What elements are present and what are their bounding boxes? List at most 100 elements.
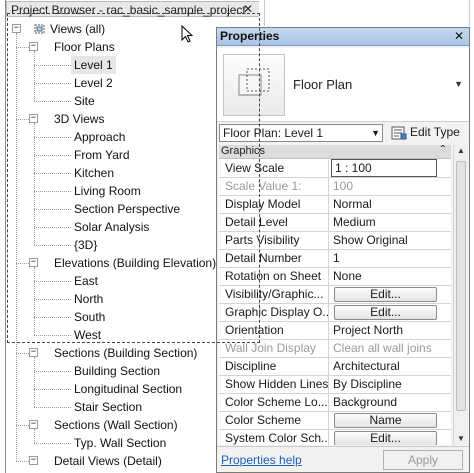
tree-item-view[interactable]: Building Section: [74, 362, 160, 380]
property-value[interactable]: Project North: [330, 322, 451, 339]
type-dropdown-icon[interactable]: ▼: [454, 79, 463, 89]
property-value[interactable]: Architectural: [330, 358, 451, 375]
tree-item-view[interactable]: Section Perspective: [74, 200, 180, 218]
tree-item-label: Solar Analysis: [74, 220, 150, 234]
tree-item-label: South: [74, 310, 106, 324]
property-row: Wall Join Display Clean all wall joins: [219, 340, 451, 358]
property-name: Display Model: [219, 196, 329, 213]
tree-item-view[interactable]: {3D}: [74, 236, 97, 254]
tree-item-view[interactable]: Stair Section: [74, 398, 142, 416]
properties-grid: Graphics ⌃ View Scale 1 : 100 Scale Value …: [219, 145, 451, 445]
collapse-toggle-icon[interactable]: −: [29, 348, 38, 357]
property-name: Show Hidden Lines: [219, 376, 329, 393]
tree-item-view[interactable]: North: [74, 290, 103, 308]
close-icon[interactable]: ✕: [243, 2, 253, 16]
tree-item-category[interactable]: Detail Views (Detail): [54, 452, 162, 470]
collapse-toggle-icon[interactable]: −: [29, 114, 38, 123]
property-value[interactable]: None: [330, 268, 451, 285]
property-row: Orientation Project North: [219, 322, 451, 340]
collapse-toggle-icon[interactable]: −: [29, 420, 38, 429]
tree-item-label: Detail Views (Detail): [54, 454, 162, 468]
tree-connector: [34, 227, 71, 228]
collapse-toggle-icon[interactable]: −: [29, 258, 38, 267]
collapse-toggle-icon[interactable]: −: [29, 456, 38, 465]
tree-item-view[interactable]: Kitchen: [74, 164, 114, 182]
scroll-down-icon[interactable]: ▼: [457, 434, 465, 443]
close-icon[interactable]: ✕: [454, 29, 464, 43]
property-value-input[interactable]: 1 : 100: [331, 159, 437, 177]
property-name: Detail Number: [219, 250, 329, 267]
tree-item-root[interactable]: Views (all): [50, 20, 105, 38]
tree-connector: [34, 281, 71, 282]
edit-type-label: Edit Type: [410, 125, 460, 139]
tree-item-category[interactable]: Floor Plans: [54, 38, 115, 56]
property-name: Discipline: [219, 358, 329, 375]
property-value[interactable]: Show Original: [330, 232, 451, 249]
tree-connector: [34, 443, 71, 444]
tree-item-view[interactable]: Living Room: [74, 182, 141, 200]
tree-item-view[interactable]: Solar Analysis: [74, 218, 149, 236]
apply-button[interactable]: Apply: [383, 450, 463, 470]
tree-item-view[interactable]: From Yard: [74, 146, 130, 164]
project-browser-title-bar[interactable]: Project Browser - rac_basic_sample_proje…: [6, 1, 259, 17]
tree-connector: [34, 407, 71, 408]
property-edit-button[interactable]: Edit...: [334, 431, 437, 445]
property-name: Color Scheme: [219, 412, 329, 429]
property-row: Show Hidden Lines By Discipline: [219, 376, 451, 394]
tree-connector: [34, 371, 71, 372]
property-row: Detail Number 1: [219, 250, 451, 268]
property-value[interactable]: Background: [330, 394, 451, 411]
tree-item-view[interactable]: Approach: [74, 128, 125, 146]
tree-item-label: Building Section: [74, 364, 161, 378]
property-value[interactable]: 1: [330, 250, 451, 267]
properties-panel: Properties ✕ Floor Plan ▼ Floor Plan: Le…: [216, 27, 470, 473]
collapse-toggle-icon[interactable]: −: [12, 24, 21, 33]
group-header-graphics[interactable]: Graphics ⌃: [219, 145, 451, 159]
tree-connector: [34, 429, 35, 443]
tree-connector: [34, 173, 71, 174]
collapse-icon[interactable]: ⌃: [439, 145, 447, 155]
instance-selector-dropdown[interactable]: Floor Plan: Level 1 ▼: [219, 124, 383, 142]
property-edit-button[interactable]: Edit...: [334, 305, 437, 320]
tree-item-category[interactable]: Sections (Building Section): [54, 344, 197, 362]
tree-item-view[interactable]: Longitudinal Section: [74, 380, 182, 398]
properties-scrollbar[interactable]: ▲ ▼: [453, 145, 468, 445]
tree-item-view[interactable]: Level 1: [71, 56, 116, 74]
property-row: Detail Level Medium: [219, 214, 451, 232]
property-edit-button[interactable]: Edit...: [334, 287, 437, 302]
tree-connector: [34, 245, 71, 246]
divider: [264, 0, 265, 26]
properties-help-link[interactable]: Properties help: [221, 453, 302, 467]
type-selector[interactable]: Floor Plan ▼: [217, 48, 469, 122]
tree-item-view[interactable]: Level 2: [74, 74, 113, 92]
tree-item-category[interactable]: 3D Views: [54, 110, 104, 128]
property-value[interactable]: By Discipline: [330, 376, 451, 393]
tree-item-view[interactable]: Site: [74, 92, 95, 110]
property-name: Graphic Display O...: [219, 304, 329, 321]
tree-item-label: Approach: [74, 130, 126, 144]
tree-connector: [34, 155, 71, 156]
tree-item-label: Site: [74, 94, 95, 108]
property-value[interactable]: Normal: [330, 196, 451, 213]
tree-item-category[interactable]: Elevations (Building Elevation): [54, 254, 216, 272]
tree-item-category[interactable]: Sections (Wall Section): [54, 416, 178, 434]
property-name: View Scale: [219, 160, 329, 177]
properties-title-bar[interactable]: Properties ✕: [217, 28, 469, 46]
tree-connector: [16, 353, 29, 354]
tree-item-view[interactable]: East: [74, 272, 98, 290]
tree-item-label: Sections (Wall Section): [54, 418, 178, 432]
collapse-toggle-icon[interactable]: −: [29, 42, 38, 51]
tree-connector: [34, 137, 71, 138]
property-name: Detail Level: [219, 214, 329, 231]
edit-type-button[interactable]: Edit Type: [389, 123, 467, 143]
tree-connector: [34, 209, 71, 210]
tree-item-view[interactable]: Typ. Wall Section: [74, 434, 166, 452]
property-value[interactable]: Medium: [330, 214, 451, 231]
scroll-up-icon[interactable]: ▲: [457, 146, 465, 155]
tree-item-view[interactable]: South: [74, 308, 105, 326]
property-edit-button[interactable]: Name: [334, 413, 437, 428]
scrollbar-thumb[interactable]: [456, 161, 466, 411]
tree-item-label: North: [74, 292, 104, 306]
tree-item-view[interactable]: West: [74, 326, 101, 344]
tree-connector: [34, 389, 71, 390]
